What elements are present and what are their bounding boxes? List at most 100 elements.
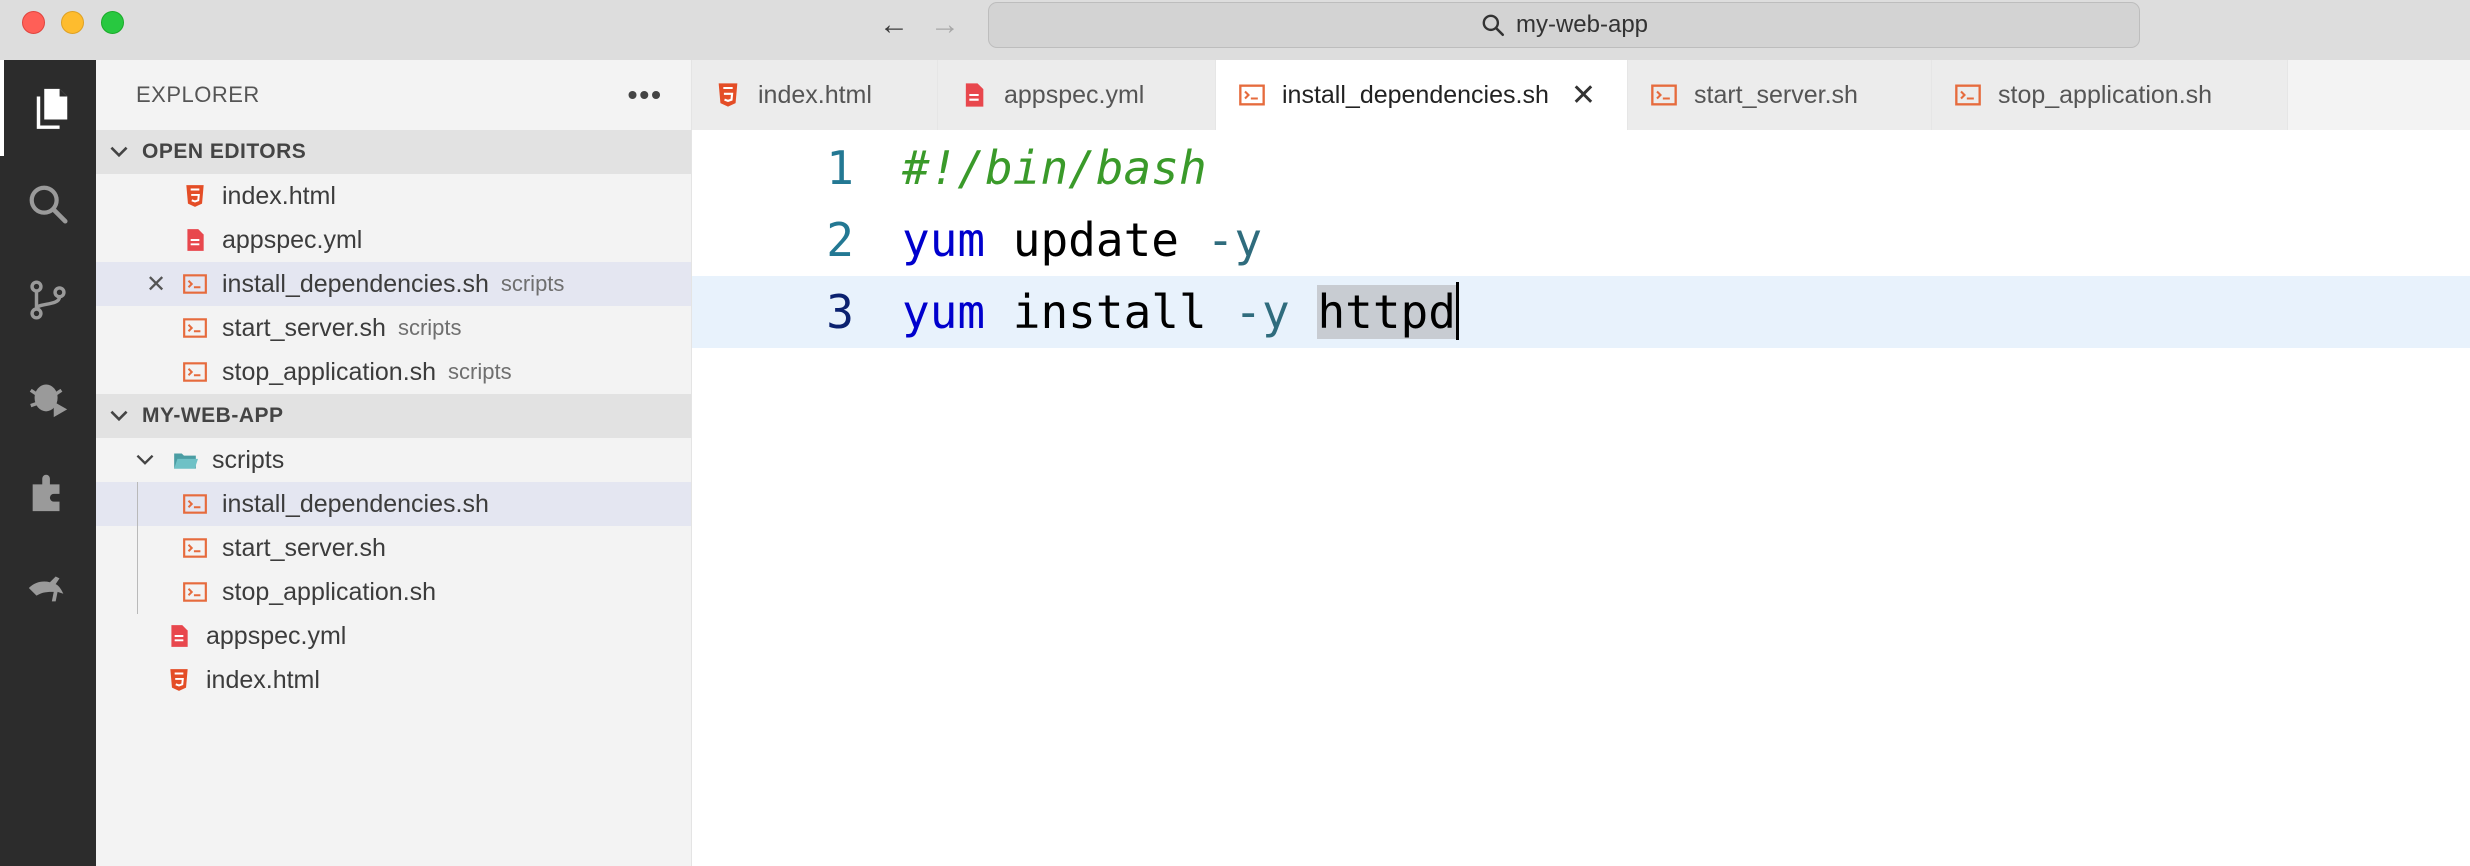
- shell-script-icon: [1651, 84, 1677, 106]
- open-editor-desc: scripts: [500, 271, 565, 296]
- line-number: 1: [826, 141, 854, 195]
- folder-open-icon: [174, 453, 198, 469]
- source-control-icon[interactable]: [0, 252, 96, 348]
- run-debug-icon[interactable]: [0, 348, 96, 444]
- open-editor-name: start_server.sh: [222, 313, 386, 342]
- tab-start-server[interactable]: start_server.sh: [1628, 60, 1932, 130]
- title-bar: ← → my-web-app: [0, 0, 2470, 60]
- open-editor-name: appspec.yml: [222, 225, 363, 254]
- flag-token: -y: [1206, 213, 1263, 267]
- shell-script-icon: [1955, 84, 1981, 106]
- yml-file-icon: [171, 625, 188, 647]
- open-editor-item[interactable]: appspec.yml: [96, 218, 691, 262]
- chevron-down-icon: [110, 146, 128, 158]
- html-file-icon: [170, 669, 188, 691]
- folder-name: scripts: [212, 445, 285, 474]
- shebang-comment: #!/bin/bash: [902, 141, 1207, 195]
- shell-script-icon: [183, 274, 207, 294]
- code-line: 2 yum update -y: [692, 204, 2470, 276]
- selected-text: httpd: [1317, 285, 1456, 339]
- open-editor-desc: scripts: [397, 315, 462, 340]
- folder-item[interactable]: scripts: [96, 438, 691, 482]
- editor-tab-bar: index.html appspec.yml install_dependenc…: [692, 60, 2470, 130]
- tab-label: start_server.sh: [1694, 80, 1858, 109]
- explorer-sidebar: EXPLORER ••• OPEN EDITORS index.html app…: [96, 60, 692, 866]
- html-file-icon: [186, 185, 204, 207]
- open-editors-label: OPEN EDITORS: [142, 140, 307, 163]
- line-number: 2: [826, 213, 854, 267]
- file-name: index.html: [206, 665, 320, 694]
- tab-stop-application[interactable]: stop_application.sh: [1932, 60, 2288, 130]
- open-editor-item[interactable]: stop_application.sh scripts: [96, 350, 691, 394]
- file-name: stop_application.sh: [222, 577, 437, 606]
- search-icon[interactable]: [0, 156, 96, 252]
- open-editor-item[interactable]: start_server.sh scripts: [96, 306, 691, 350]
- flag-token: -y: [1234, 285, 1290, 339]
- files-icon[interactable]: [0, 60, 96, 156]
- extensions-icon[interactable]: [0, 444, 96, 540]
- shell-script-icon: [183, 318, 207, 338]
- open-editor-item[interactable]: index.html: [96, 174, 691, 218]
- explorer-title: EXPLORER: [136, 82, 260, 107]
- activity-bar: [0, 60, 96, 866]
- code-line: 1 #!/bin/bash: [692, 132, 2470, 204]
- code-editor[interactable]: 1 #!/bin/bash 2 yum update -y 3 yum inst…: [692, 130, 2470, 866]
- back-arrow-icon[interactable]: ←: [876, 8, 912, 42]
- open-editor-name: install_dependencies.sh: [222, 269, 489, 298]
- shell-script-icon: [183, 362, 207, 382]
- shell-script-icon: [183, 582, 207, 602]
- open-editors-section[interactable]: OPEN EDITORS: [96, 130, 691, 174]
- minimize-window-button[interactable]: [61, 11, 84, 34]
- forward-arrow-icon[interactable]: →: [927, 8, 963, 42]
- open-editor-item[interactable]: ✕ install_dependencies.sh scripts: [96, 262, 691, 306]
- tab-label: appspec.yml: [1004, 80, 1145, 109]
- close-window-button[interactable]: [22, 11, 45, 34]
- file-name: appspec.yml: [206, 621, 347, 650]
- open-editor-name: stop_application.sh: [222, 357, 437, 386]
- aws-toolkit-icon[interactable]: [0, 540, 96, 636]
- text-cursor: [1455, 282, 1459, 340]
- file-item[interactable]: appspec.yml: [96, 614, 691, 658]
- open-editor-desc: scripts: [448, 359, 512, 384]
- tab-index-html[interactable]: index.html: [692, 60, 938, 130]
- command-center-search[interactable]: my-web-app: [988, 2, 2140, 48]
- close-editor-icon[interactable]: ✕: [146, 270, 166, 299]
- project-label: MY-WEB-APP: [142, 404, 284, 427]
- open-editor-name: index.html: [222, 181, 336, 210]
- search-icon: [1482, 14, 1505, 37]
- file-item[interactable]: install_dependencies.sh: [96, 482, 691, 526]
- more-actions-icon[interactable]: •••: [628, 79, 663, 111]
- yml-file-icon: [187, 229, 204, 251]
- chevron-down-icon: [110, 410, 128, 422]
- file-name: install_dependencies.sh: [222, 489, 489, 518]
- line-number: 3: [826, 285, 854, 339]
- line-content: #!/bin/bash: [902, 132, 1207, 204]
- close-tab-icon[interactable]: ✕: [1571, 78, 1596, 113]
- file-item[interactable]: start_server.sh: [96, 526, 691, 570]
- tab-appspec-yml[interactable]: appspec.yml: [938, 60, 1216, 130]
- command-token: yum: [902, 213, 986, 267]
- file-item[interactable]: stop_application.sh: [96, 570, 691, 614]
- command-token: yum: [902, 285, 986, 339]
- project-section[interactable]: MY-WEB-APP: [96, 394, 691, 438]
- argument-token: install: [985, 285, 1235, 339]
- shell-script-icon: [1239, 84, 1265, 106]
- shell-script-icon: [183, 538, 207, 558]
- yml-file-icon: [965, 83, 984, 107]
- tab-label: index.html: [758, 80, 872, 109]
- indent-guide: [137, 482, 138, 614]
- file-name: start_server.sh: [222, 533, 386, 562]
- html-file-icon: [718, 83, 738, 107]
- search-text: my-web-app: [1515, 11, 1649, 38]
- explorer-header: EXPLORER •••: [96, 60, 691, 130]
- tab-install-dependencies[interactable]: install_dependencies.sh ✕: [1216, 60, 1628, 130]
- line-content: yum install -y httpd: [902, 276, 1459, 348]
- argument-token: update: [985, 213, 1207, 267]
- line-content: yum update -y: [902, 204, 1262, 276]
- shell-script-icon: [183, 494, 207, 514]
- tab-label: stop_application.sh: [1998, 80, 2213, 109]
- maximize-window-button[interactable]: [101, 11, 124, 34]
- file-item[interactable]: index.html: [96, 658, 691, 702]
- code-line-current: 3 yum install -y httpd: [692, 276, 2470, 348]
